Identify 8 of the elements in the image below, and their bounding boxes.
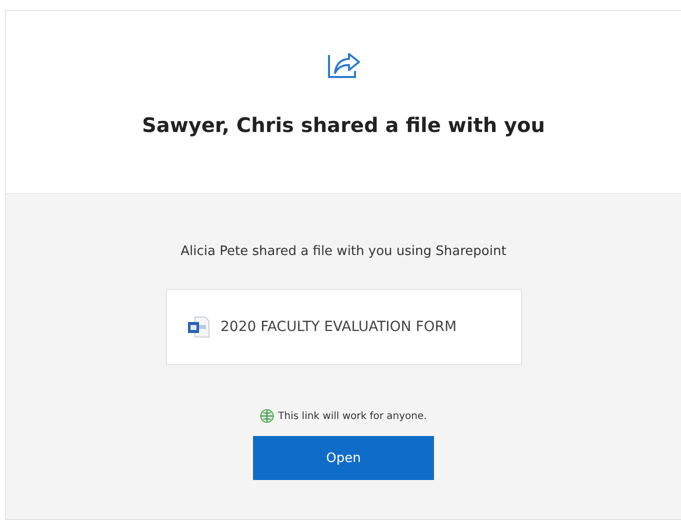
- word-document-icon: [186, 316, 210, 338]
- file-name: 2020 FACULTY EVALUATION FORM: [220, 319, 457, 335]
- share-message: Alicia Pete shared a file with you using Sharepoint: [180, 244, 506, 259]
- open-button[interactable]: Open: [253, 436, 434, 480]
- link-note: This link will work for anyone.: [278, 410, 427, 422]
- email-title: Sawyer, Chris shared a file with you: [142, 113, 546, 137]
- globe-icon: [260, 409, 274, 423]
- file-card[interactable]: 2020 FACULTY EVALUATION FORM: [166, 289, 522, 365]
